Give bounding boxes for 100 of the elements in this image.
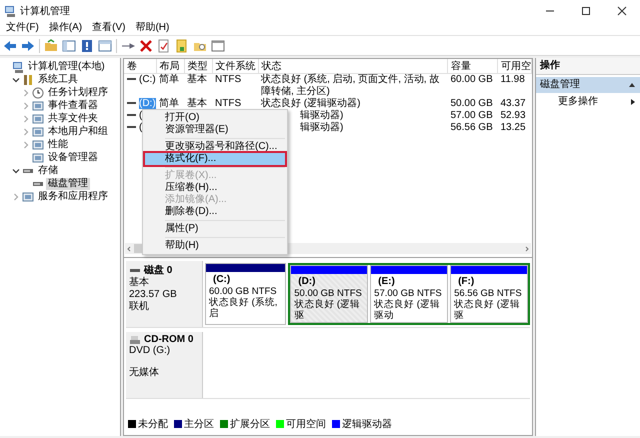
clock-icon (32, 86, 44, 98)
panel-icon[interactable] (98, 38, 112, 52)
table-cell: 11.98 (500, 74, 525, 85)
actions-header: 操作 (536, 58, 640, 75)
window-icon (32, 112, 44, 124)
column-header[interactable]: 卷 (124, 59, 156, 74)
table-cell: 基本 (187, 98, 207, 109)
window-icon (32, 100, 44, 112)
delete-icon[interactable] (139, 38, 153, 52)
menu-item[interactable]: 压缩卷(H)... (145, 182, 285, 194)
panel-icon[interactable] (62, 38, 76, 52)
computer-management-icon (4, 4, 16, 16)
window-icon[interactable] (211, 38, 225, 52)
scroll-right-icon[interactable] (523, 244, 531, 254)
column-header[interactable]: 可用空 (498, 59, 532, 74)
column-header[interactable]: 布局 (156, 59, 184, 74)
table-cell: 状态良好 (逻辑驱动器) (261, 98, 360, 109)
chevron-icon[interactable] (12, 166, 20, 174)
menu-item[interactable]: 文件(F) (1, 21, 44, 35)
partition[interactable]: (D:) 50.00 GB NTFS 状态良好 (逻辑驱 (290, 265, 368, 323)
column-header[interactable]: 容量 (448, 59, 498, 74)
table-cell: 简单 (159, 98, 179, 109)
column-header[interactable]: 文件系统 (212, 59, 258, 74)
document-icon[interactable] (175, 38, 189, 52)
menu-item[interactable]: 打开(O) (145, 112, 285, 124)
table-cell: 简单 (159, 74, 179, 85)
window-title: 计算机管理 (20, 4, 71, 18)
tree-item[interactable]: 共享文件夹 (46, 112, 100, 124)
disk-name: 磁盘 0 (144, 264, 172, 276)
table-cell: 43.37 (500, 98, 526, 109)
tree-item[interactable]: 计算机管理(本地) (26, 60, 107, 72)
computer-icon (12, 60, 24, 72)
scroll-left-icon[interactable] (125, 244, 133, 254)
table-cell: 基本 (187, 74, 207, 85)
partition-label: (D:) (297, 276, 316, 288)
tree-item[interactable]: 任务计划程序 (46, 86, 110, 98)
disk-info: 联机 (129, 301, 150, 313)
chevron-icon[interactable] (12, 76, 20, 84)
table-cell: NTFS (215, 98, 242, 109)
window-icon (22, 190, 34, 202)
window-icon (32, 126, 44, 138)
table-cell: 50.00 GB (450, 98, 493, 109)
maximize-icon[interactable] (581, 6, 591, 16)
partition-size: 50.00 GB NTFS (294, 288, 363, 299)
tree-item[interactable]: 系统工具 (36, 74, 80, 86)
collapse-arrow-icon[interactable] (628, 81, 636, 89)
group-label: 磁盘管理 (540, 79, 580, 91)
partition[interactable]: (E:) 57.00 GB NTFS 状态良好 (逻辑驱动 (370, 265, 448, 323)
partition[interactable]: (C:) 60.00 GB NTFS 状态良好 (系统, 启 (205, 263, 286, 325)
forward-arrow-icon[interactable] (21, 38, 35, 52)
tree-item[interactable]: 存储 (36, 164, 60, 176)
menu-item[interactable]: 帮助(H) (130, 21, 174, 35)
action-link[interactable]: 更多操作 (558, 96, 598, 108)
partition[interactable]: (F:) 56.56 GB NTFS 状态良好 (逻辑驱 (450, 265, 528, 323)
menu-item[interactable]: 格式化(F)... (145, 153, 285, 165)
tree-item[interactable]: 服务和应用程序 (36, 190, 110, 202)
menu-item[interactable]: 资源管理器(E) (145, 124, 285, 136)
disk-info: DVD (G:) (129, 345, 172, 357)
menu-item[interactable]: 删除卷(D)... (145, 206, 285, 218)
menu-item[interactable]: 属性(P) (145, 223, 285, 235)
menu-item[interactable]: 操作(A) (44, 21, 88, 35)
table-cell: 13.25 (500, 122, 526, 133)
tree-item[interactable]: 本地用户和组 (46, 126, 110, 138)
menu-item[interactable]: 帮助(H) (145, 240, 285, 252)
table-cell: NTFS (215, 74, 242, 85)
menu-item[interactable]: 查看(V) (87, 21, 130, 35)
partition-label: (F:) (457, 276, 476, 288)
column-header[interactable]: 状态 (258, 59, 448, 74)
tree-item[interactable]: 性能 (46, 138, 70, 150)
volume-icon (127, 76, 136, 82)
tree-item[interactable]: 事件查看器 (46, 100, 100, 112)
legend-label: 未分配 (138, 418, 168, 431)
document-check-icon[interactable] (157, 38, 171, 52)
table-cell: 56.56 GB (450, 122, 493, 133)
partition-status: 状态良好 (系统, 启 (209, 297, 278, 319)
partition-status: 状态良好 (逻辑驱 (454, 299, 521, 321)
folder-icon[interactable] (44, 38, 58, 52)
table-cell: 状态良好 (系统, 启动, 页面文件, 活动, 故障转储, 主分区) (261, 74, 440, 97)
column-header[interactable]: 类型 (184, 59, 212, 74)
legend-label: 扩展分区 (230, 418, 270, 431)
legend-label: 可用空间 (286, 418, 326, 431)
menu-item[interactable]: 更改驱动器号和路径(C)... (145, 141, 285, 153)
disk-info: 223.57 GB (129, 289, 178, 300)
tree-item[interactable]: 磁盘管理 (46, 178, 90, 190)
close-icon[interactable] (617, 6, 627, 16)
window-icon (32, 138, 44, 150)
volume-name: (C:) (139, 74, 156, 85)
submenu-arrow-icon[interactable] (630, 98, 636, 106)
partition-label: (E:) (377, 276, 396, 288)
tree-item[interactable]: 设备管理器 (46, 152, 100, 164)
volume-name: ( (139, 122, 142, 133)
back-arrow-icon[interactable] (3, 38, 17, 52)
table-cell: 辑驱动器) (300, 110, 344, 121)
partition-size: 57.00 GB NTFS (374, 288, 443, 299)
table-cell: 60.00 GB (450, 74, 493, 85)
table-cell: 辑驱动器) (300, 122, 344, 133)
disk-name: CD-ROM 0 (144, 334, 194, 345)
actions-group-header[interactable]: 磁盘管理 (536, 77, 640, 93)
volume-name: (D:) (139, 98, 156, 109)
legend-label: 逻辑驱动器 (342, 418, 392, 431)
